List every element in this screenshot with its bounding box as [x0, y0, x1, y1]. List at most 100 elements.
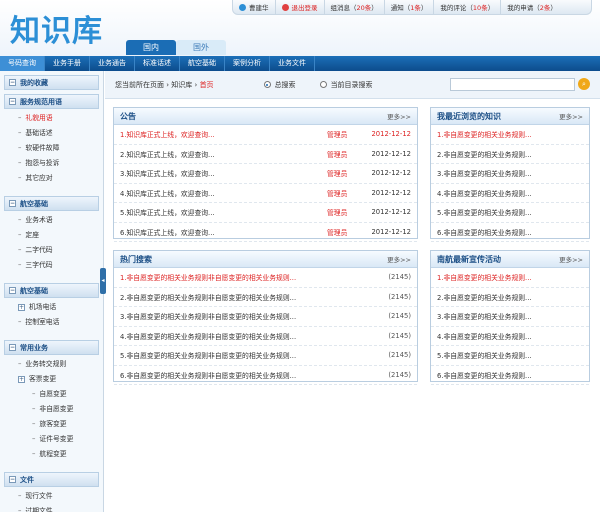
- nav-item[interactable]: 号码查询: [0, 56, 45, 71]
- collapse-icon[interactable]: −: [9, 287, 16, 294]
- list-item-title[interactable]: 2.非自愿变更的相关业务规则...: [437, 292, 583, 302]
- list-item-title[interactable]: 4.非自愿变更的相关业务规则...: [437, 331, 583, 341]
- list-item[interactable]: 4.知识库正式上线，欢迎查询... 管理员 2012-12-12: [114, 184, 417, 203]
- list-item-title[interactable]: 3.非自愿变更的相关业务规则...: [437, 168, 583, 178]
- list-item[interactable]: 3.非自愿变更的相关业务规则...: [431, 307, 589, 327]
- list-item-title[interactable]: 6.知识库正式上线，欢迎查询...: [120, 227, 327, 237]
- sidebar-item[interactable]: – 证件号变更: [0, 432, 103, 447]
- list-item-title[interactable]: 4.非自愿变更的相关业务规则...: [437, 188, 583, 198]
- list-item-title[interactable]: 2.非自愿变更的相关业务规则非自愿变更的相关业务规则...: [120, 292, 371, 302]
- list-item[interactable]: 6.非自愿变更的相关业务规则非自愿变更的相关业务规则... (2145): [114, 366, 417, 385]
- nav-item[interactable]: 业务通告: [90, 56, 135, 71]
- radio-dir-search[interactable]: 当前目录搜索: [319, 80, 373, 90]
- list-item-title[interactable]: 5.非自愿变更的相关业务规则非自愿变更的相关业务规则...: [120, 350, 371, 360]
- list-item[interactable]: 4.非自愿变更的相关业务规则...: [431, 184, 589, 203]
- list-item[interactable]: 5.非自愿变更的相关业务规则...: [431, 203, 589, 223]
- sidebar-toggle-icon[interactable]: ◂: [100, 268, 106, 294]
- userbar-item[interactable]: 退出登录: [276, 0, 325, 15]
- sidebar-item[interactable]: – 三字代码: [0, 258, 103, 273]
- radio-selected-icon[interactable]: [263, 81, 271, 88]
- list-item-title[interactable]: 6.非自愿变更的相关业务规则...: [437, 227, 583, 237]
- tab-international[interactable]: 国外: [176, 40, 226, 55]
- sidebar-item[interactable]: – 控制室电话: [0, 315, 103, 330]
- expand-icon[interactable]: +: [18, 304, 25, 311]
- collapse-icon[interactable]: −: [9, 200, 16, 207]
- expand-icon[interactable]: +: [18, 376, 25, 383]
- more-link[interactable]: 更多>>: [559, 254, 583, 264]
- list-item[interactable]: 5.非自愿变更的相关业务规则非自愿变更的相关业务规则... (2145): [114, 346, 417, 366]
- list-item-title[interactable]: 1.知识库正式上线，欢迎查询...: [120, 129, 327, 139]
- list-item[interactable]: 2.知识库正式上线，欢迎查询... 管理员 2012-12-12: [114, 145, 417, 164]
- userbar-item[interactable]: 通知（ 1条）: [385, 0, 435, 15]
- sidebar-item[interactable]: – 自愿变更: [0, 387, 103, 402]
- sidebar-section-header[interactable]: − 文件: [4, 472, 99, 487]
- list-item[interactable]: 4.非自愿变更的相关业务规则非自愿变更的相关业务规则... (2145): [114, 327, 417, 346]
- sidebar-section-header[interactable]: − 服务规范用语: [4, 94, 99, 109]
- collapse-icon[interactable]: −: [9, 79, 16, 86]
- list-item[interactable]: 6.知识库正式上线，欢迎查询... 管理员 2012-12-12: [114, 223, 417, 242]
- sidebar-item[interactable]: – 礼貌用语: [0, 111, 103, 126]
- sidebar-item[interactable]: – 二字代码: [0, 243, 103, 258]
- userbar-item[interactable]: 曹建华: [233, 0, 276, 15]
- list-item-title[interactable]: 2.知识库正式上线，欢迎查询...: [120, 149, 327, 159]
- tab-domestic[interactable]: 国内: [126, 40, 176, 55]
- more-link[interactable]: 更多>>: [559, 111, 583, 121]
- sidebar-item[interactable]: – 其它应对: [0, 171, 103, 186]
- sidebar-section-header[interactable]: − 我的收藏: [4, 75, 99, 90]
- list-item-title[interactable]: 5.非自愿变更的相关业务规则...: [437, 350, 583, 360]
- more-link[interactable]: 更多>>: [387, 111, 411, 121]
- list-item[interactable]: 3.非自愿变更的相关业务规则非自愿变更的相关业务规则... (2145): [114, 307, 417, 327]
- list-item-title[interactable]: 6.非自愿变更的相关业务规则非自愿变更的相关业务规则...: [120, 370, 371, 380]
- sidebar-item[interactable]: – 旅客变更: [0, 417, 103, 432]
- sidebar-item[interactable]: – 软硬件故障: [0, 141, 103, 156]
- radio-global-search[interactable]: 总搜索: [263, 80, 296, 90]
- breadcrumb-home[interactable]: 首页: [200, 81, 214, 89]
- list-item-title[interactable]: 5.知识库正式上线，欢迎查询...: [120, 207, 327, 217]
- nav-item[interactable]: 业务文件: [270, 56, 315, 71]
- sidebar-item[interactable]: – 非自愿变更: [0, 402, 103, 417]
- list-item[interactable]: 2.非自愿变更的相关业务规则...: [431, 288, 589, 307]
- sidebar-item[interactable]: – 抱怨与投诉: [0, 156, 103, 171]
- collapse-icon[interactable]: −: [9, 476, 16, 483]
- sidebar-item[interactable]: – 基础话述: [0, 126, 103, 141]
- search-input[interactable]: [450, 78, 575, 91]
- sidebar-item[interactable]: – 定座: [0, 228, 103, 243]
- sidebar-section-header[interactable]: − 航空基础: [4, 196, 99, 211]
- list-item-title[interactable]: 4.知识库正式上线，欢迎查询...: [120, 188, 327, 198]
- sidebar-section-header[interactable]: − 航空基础: [4, 283, 99, 298]
- more-link[interactable]: 更多>>: [387, 254, 411, 264]
- userbar-item[interactable]: 我的评论（ 10条）: [434, 0, 502, 15]
- list-item[interactable]: 1.非自愿变更的相关业务规则非自愿变更的相关业务规则... (2145): [114, 268, 417, 288]
- sidebar-item[interactable]: + 机场电话: [0, 300, 103, 315]
- nav-item[interactable]: 标准话述: [135, 56, 180, 71]
- list-item[interactable]: 6.非自愿变更的相关业务规则...: [431, 366, 589, 385]
- radio-unselected-icon[interactable]: [319, 81, 327, 88]
- sidebar-section-header[interactable]: − 常用业务: [4, 340, 99, 355]
- nav-item[interactable]: 案例分析: [225, 56, 270, 71]
- sidebar-item[interactable]: – 业务术语: [0, 213, 103, 228]
- list-item-title[interactable]: 1.非自愿变更的相关业务规则...: [437, 272, 583, 282]
- sidebar-item[interactable]: – 业务转交规则: [0, 357, 103, 372]
- list-item-title[interactable]: 1.非自愿变更的相关业务规则非自愿变更的相关业务规则...: [120, 272, 371, 282]
- list-item[interactable]: 1.知识库正式上线，欢迎查询... 管理员 2012-12-12: [114, 125, 417, 145]
- list-item[interactable]: 4.非自愿变更的相关业务规则...: [431, 327, 589, 346]
- list-item-title[interactable]: 1.非自愿变更的相关业务规则...: [437, 129, 583, 139]
- list-item[interactable]: 1.非自愿变更的相关业务规则...: [431, 125, 589, 145]
- nav-item[interactable]: 航空基础: [180, 56, 225, 71]
- list-item-title[interactable]: 3.非自愿变更的相关业务规则...: [437, 311, 583, 321]
- userbar-item[interactable]: 我的申请（ 2条）: [501, 0, 563, 15]
- list-item[interactable]: 3.非自愿变更的相关业务规则...: [431, 164, 589, 184]
- list-item-title[interactable]: 3.非自愿变更的相关业务规则非自愿变更的相关业务规则...: [120, 311, 371, 321]
- userbar-item[interactable]: 组消息（ 20条）: [325, 0, 385, 15]
- sidebar-item[interactable]: + 客票变更: [0, 372, 103, 387]
- breadcrumb-kb[interactable]: 知识库: [171, 81, 192, 89]
- list-item[interactable]: 3.知识库正式上线，欢迎查询... 管理员 2012-12-12: [114, 164, 417, 184]
- sidebar-item[interactable]: – 现行文件: [0, 489, 103, 504]
- list-item[interactable]: 5.知识库正式上线，欢迎查询... 管理员 2012-12-12: [114, 203, 417, 223]
- list-item[interactable]: 2.非自愿变更的相关业务规则非自愿变更的相关业务规则... (2145): [114, 288, 417, 307]
- list-item-title[interactable]: 2.非自愿变更的相关业务规则...: [437, 149, 583, 159]
- nav-item[interactable]: 业务手册: [45, 56, 90, 71]
- list-item-title[interactable]: 4.非自愿变更的相关业务规则非自愿变更的相关业务规则...: [120, 331, 371, 341]
- list-item[interactable]: 6.非自愿变更的相关业务规则...: [431, 223, 589, 242]
- list-item-title[interactable]: 6.非自愿变更的相关业务规则...: [437, 370, 583, 380]
